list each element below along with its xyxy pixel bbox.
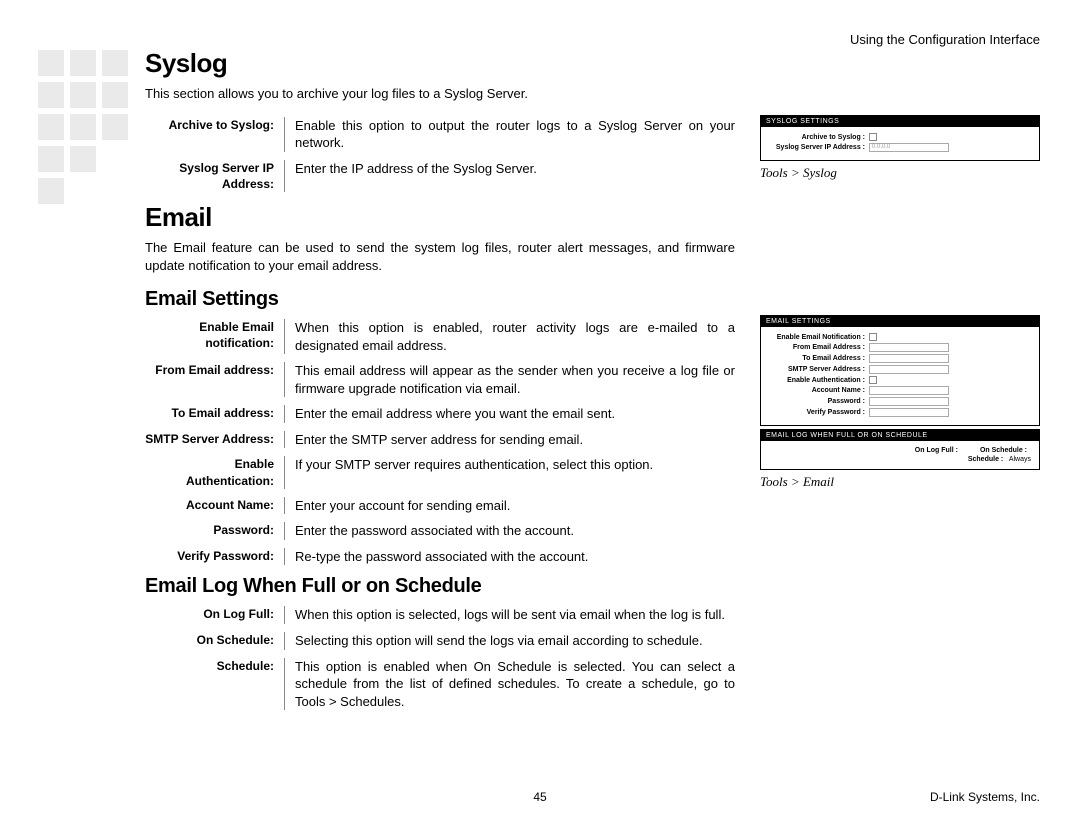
field-label: Enable Authentication : bbox=[769, 377, 869, 384]
field-label: Schedule : bbox=[968, 456, 1007, 463]
def-term: Password: bbox=[145, 522, 285, 540]
field-label: Enable Email Notification : bbox=[769, 334, 869, 341]
def-term: Archive to Syslog: bbox=[145, 117, 285, 152]
def-term: On Schedule: bbox=[145, 632, 285, 650]
def-desc: When this option is enabled, router acti… bbox=[285, 319, 735, 354]
def-desc: Enter the email address where you want t… bbox=[285, 405, 735, 423]
main-content: Syslog This section allows you to archiv… bbox=[145, 48, 735, 718]
def-term: SMTP Server Address: bbox=[145, 431, 285, 449]
def-term: From Email address: bbox=[145, 362, 285, 397]
panel-email-settings: EMAIL SETTINGS Enable Email Notification… bbox=[760, 315, 1040, 426]
def-desc: Re-type the password associated with the… bbox=[285, 548, 735, 566]
def-desc: Enter the IP address of the Syslog Serve… bbox=[285, 160, 735, 192]
def-desc: When this option is selected, logs will … bbox=[285, 606, 735, 624]
syslog-intro: This section allows you to archive your … bbox=[145, 85, 735, 103]
checkbox-archive-syslog[interactable] bbox=[869, 133, 877, 141]
panel-header: EMAIL LOG WHEN FULL OR ON SCHEDULE bbox=[761, 430, 1039, 441]
checkbox-enable-auth[interactable] bbox=[869, 376, 877, 384]
def-desc: Enter the password associated with the a… bbox=[285, 522, 735, 540]
header-section-label: Using the Configuration Interface bbox=[850, 32, 1040, 47]
field-label: Archive to Syslog : bbox=[769, 134, 869, 141]
field-label: From Email Address : bbox=[769, 344, 869, 351]
field-label: Syslog Server IP Address : bbox=[769, 144, 869, 151]
field-label: Account Name : bbox=[769, 387, 869, 394]
decorative-squares bbox=[38, 50, 128, 210]
input-syslog-ip[interactable]: 0.0.0.0 bbox=[869, 143, 949, 152]
field-label: Password : bbox=[769, 398, 869, 405]
def-desc: If your SMTP server requires authenticat… bbox=[285, 456, 735, 488]
field-label: SMTP Server Address : bbox=[769, 366, 869, 373]
panel-syslog-settings: SYSLOG SETTINGS Archive to Syslog : Sysl… bbox=[760, 115, 1040, 161]
field-label: Verify Password : bbox=[769, 409, 869, 416]
def-desc: Enable this option to output the router … bbox=[285, 117, 735, 152]
heading-email: Email bbox=[145, 202, 735, 233]
page-number: 45 bbox=[533, 790, 546, 804]
def-desc: Enter the SMTP server address for sendin… bbox=[285, 431, 735, 449]
heading-syslog: Syslog bbox=[145, 48, 735, 79]
def-desc: Selecting this option will send the logs… bbox=[285, 632, 735, 650]
input-to-email[interactable] bbox=[869, 354, 949, 363]
field-label: On Log Full : bbox=[915, 447, 962, 454]
input-verify-password[interactable] bbox=[869, 408, 949, 417]
figure-syslog: SYSLOG SETTINGS Archive to Syslog : Sysl… bbox=[760, 115, 1040, 181]
figure-caption: Tools > Syslog bbox=[760, 165, 1040, 181]
def-term: Syslog Server IP Address: bbox=[145, 160, 285, 192]
def-term: Enable Email notification: bbox=[145, 319, 285, 354]
input-account-name[interactable] bbox=[869, 386, 949, 395]
field-label: To Email Address : bbox=[769, 355, 869, 362]
figure-email: EMAIL SETTINGS Enable Email Notification… bbox=[760, 315, 1040, 490]
heading-email-log: Email Log When Full or on Schedule bbox=[145, 575, 735, 598]
panel-email-log-schedule: EMAIL LOG WHEN FULL OR ON SCHEDULE On Lo… bbox=[760, 429, 1040, 470]
panel-header: SYSLOG SETTINGS bbox=[761, 116, 1039, 127]
email-intro: The Email feature can be used to send th… bbox=[145, 239, 735, 274]
def-term: On Log Full: bbox=[145, 606, 285, 624]
heading-email-settings: Email Settings bbox=[145, 288, 735, 311]
def-desc: Enter your account for sending email. bbox=[285, 497, 735, 515]
footer-company: D-Link Systems, Inc. bbox=[930, 790, 1040, 804]
def-term: Schedule: bbox=[145, 658, 285, 711]
field-label: On Schedule : bbox=[980, 447, 1031, 454]
def-desc: This email address will appear as the se… bbox=[285, 362, 735, 397]
def-term: Enable Authentication: bbox=[145, 456, 285, 488]
input-smtp-server[interactable] bbox=[869, 365, 949, 374]
input-from-email[interactable] bbox=[869, 343, 949, 352]
input-password[interactable] bbox=[869, 397, 949, 406]
select-schedule[interactable]: Always bbox=[1009, 456, 1031, 463]
def-row: Archive to Syslog: Enable this option to… bbox=[145, 117, 735, 152]
def-term: To Email address: bbox=[145, 405, 285, 423]
def-term: Verify Password: bbox=[145, 548, 285, 566]
def-term: Account Name: bbox=[145, 497, 285, 515]
panel-header: EMAIL SETTINGS bbox=[761, 316, 1039, 327]
def-row: Syslog Server IP Address: Enter the IP a… bbox=[145, 160, 735, 192]
figure-caption: Tools > Email bbox=[760, 474, 1040, 490]
def-desc: This option is enabled when On Schedule … bbox=[285, 658, 735, 711]
checkbox-enable-email[interactable] bbox=[869, 333, 877, 341]
